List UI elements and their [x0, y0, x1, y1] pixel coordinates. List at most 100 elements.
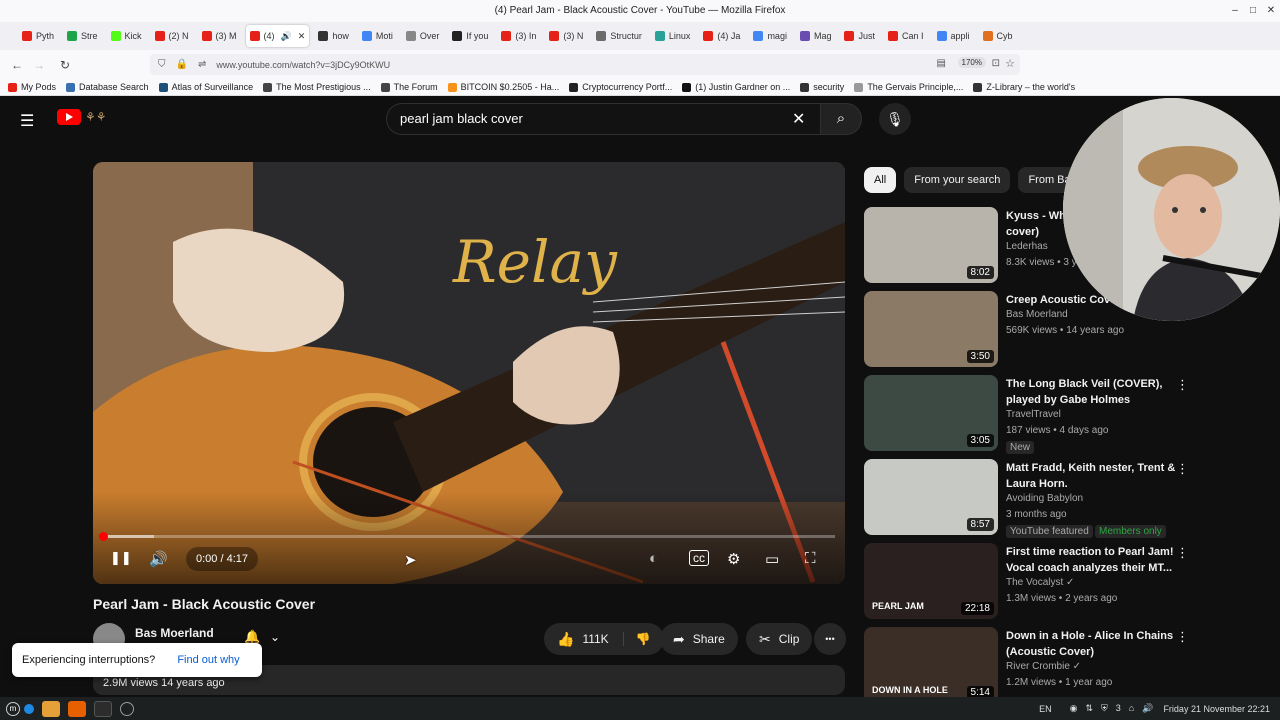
recommended-title[interactable]: Matt Fradd, Keith nester, Trent & Laura … — [1006, 460, 1176, 492]
browser-tab[interactable]: Moti — [358, 25, 397, 47]
youtube-logo[interactable]: ⚘⚘ — [57, 109, 107, 125]
video-thumbnail[interactable]: 8:57 — [864, 459, 998, 535]
tab-audio-icon[interactable]: 🔊 — [281, 31, 292, 42]
browser-tab[interactable]: (3) In — [497, 25, 540, 47]
terminal-app-icon[interactable] — [94, 700, 112, 717]
browser-tab[interactable]: Can I — [884, 25, 928, 47]
bookmark-item[interactable]: (1) Justin Gardner on ... — [682, 82, 790, 92]
browser-tab[interactable]: If you — [448, 25, 492, 47]
firefox-app-icon[interactable] — [68, 700, 86, 717]
zoom-level[interactable]: 170% — [957, 57, 986, 68]
find-out-why-link[interactable]: Find out why — [177, 654, 239, 666]
browser-tab[interactable]: Kick — [107, 25, 146, 47]
bookmark-item[interactable]: Z-Library – the world's — [973, 82, 1075, 92]
captions-button[interactable]: cc — [689, 550, 709, 566]
bookmark-item[interactable]: The Most Prestigious ... — [263, 82, 371, 92]
bookmark-item[interactable]: The Gervais Principle,... — [854, 82, 963, 92]
subscribe-chevron-icon[interactable]: ⌄ — [270, 630, 280, 644]
tracking-shield-icon[interactable]: ⛉ — [158, 59, 166, 70]
tray-icon[interactable]: 🔊 — [1142, 703, 1153, 713]
recommended-channel[interactable]: Avoiding Babylon — [1006, 493, 1083, 504]
browser-tab[interactable]: (3) M — [198, 25, 241, 47]
volume-button[interactable]: 🔊 — [149, 550, 168, 568]
browser-tab[interactable]: Mag — [796, 25, 836, 47]
bookmark-item[interactable]: BITCOIN $0.2505 - Ha... — [447, 82, 559, 92]
clear-search-icon[interactable]: ✕ — [792, 109, 805, 129]
browser-tab[interactable]: how — [314, 25, 353, 47]
reader-view-icon[interactable]: ▤ — [937, 58, 946, 69]
clock[interactable]: Friday 21 November 22:21 — [1163, 704, 1270, 714]
reload-button[interactable]: ↻ — [54, 58, 76, 72]
dislike-icon[interactable]: 👎 — [622, 632, 651, 646]
video-thumbnail[interactable]: DOWN IN A HOLE 5:14 — [864, 627, 998, 703]
recommended-title[interactable]: First time reaction to Pearl Jam! Vocal … — [1006, 544, 1176, 576]
bookmark-item[interactable]: Atlas of Surveillance — [158, 82, 253, 92]
browser-tab[interactable]: Over — [402, 25, 444, 47]
share-button[interactable]: ➦ Share — [660, 623, 738, 655]
filter-chip[interactable]: All — [864, 167, 897, 193]
browser-tab[interactable]: appli — [933, 25, 974, 47]
bookmark-item[interactable]: Database Search — [66, 82, 149, 92]
browser-tab[interactable]: Just — [840, 25, 879, 47]
settings-gear-icon[interactable]: ⚙ — [727, 550, 740, 568]
filter-chip[interactable]: From your search — [904, 167, 1011, 193]
more-options-icon[interactable]: ⋮ — [1176, 545, 1189, 561]
video-thumbnail[interactable]: 3:50 — [864, 291, 998, 367]
recommended-title[interactable]: Down in a Hole - Alice In Chains (Acoust… — [1006, 628, 1176, 660]
bookmark-item[interactable]: The Forum — [380, 82, 438, 92]
video-player[interactable]: Relay ❚❚ 🔊 0:00 / 4:17 ◐ cc ⚙ ▭ ⛶ ➤ — [93, 162, 845, 584]
files-app-icon[interactable] — [42, 700, 60, 717]
miniplayer-button[interactable]: ▭ — [765, 550, 779, 568]
browser-tab[interactable]: Linux — [651, 25, 695, 47]
recommended-channel[interactable]: Bas Moerland — [1006, 309, 1068, 320]
bookmark-item[interactable]: Cryptocurrency Portf... — [569, 82, 672, 92]
more-actions-button[interactable]: ••• — [814, 623, 846, 655]
tray-icon[interactable]: ⛨ — [1101, 703, 1108, 713]
like-button[interactable]: 👍 111K 👎 — [544, 623, 664, 655]
channel-name[interactable]: Bas Moerland — [135, 626, 214, 640]
settings-app-icon[interactable] — [120, 701, 134, 716]
bookmark-item[interactable]: My Pods — [8, 82, 56, 92]
video-thumbnail[interactable]: 8:02 — [864, 207, 998, 283]
close-tab-icon[interactable]: ✕ — [298, 31, 306, 42]
browser-tab[interactable]: Stre — [63, 25, 102, 47]
recommended-channel[interactable]: TravelTravel — [1006, 409, 1061, 420]
extension-icon[interactable]: ⊡ — [992, 58, 1000, 69]
minimize-button[interactable]: – — [1226, 0, 1244, 22]
browser-tab[interactable]: (2) N — [151, 25, 193, 47]
autoplay-toggle[interactable]: ◐ — [649, 550, 658, 567]
browser-tab[interactable]: (4) 🔊 ✕ — [245, 25, 310, 47]
browser-tab[interactable]: Pyth — [18, 25, 58, 47]
browser-tab[interactable]: (3) N — [545, 25, 587, 47]
recommended-video[interactable]: 8:57 Matt Fradd, Keith nester, Trent & La… — [864, 459, 1194, 543]
search-input[interactable]: pearl jam black cover — [386, 103, 820, 135]
more-options-icon[interactable]: ⋮ — [1176, 377, 1189, 393]
bookmark-item[interactable]: security — [800, 82, 844, 92]
recommended-video[interactable]: 3:05 The Long Black Veil (COVER), played … — [864, 375, 1194, 459]
search-button[interactable]: ⌕ — [820, 103, 862, 135]
more-options-icon[interactable]: ⋮ — [1176, 461, 1189, 477]
recommended-video[interactable]: PEARL JAM 22:18 First time reaction to Pea… — [864, 543, 1194, 627]
close-window-button[interactable]: ✕ — [1262, 0, 1280, 22]
clip-button[interactable]: ✂ Clip — [746, 623, 813, 655]
tray-icon[interactable]: ⇅ — [1085, 703, 1093, 713]
browser-tab[interactable]: (4) Ja — [699, 25, 744, 47]
url-text[interactable]: www.youtube.com/watch?v=3jDCy9OtKWU — [216, 60, 390, 70]
browser-tab[interactable]: Structur — [592, 25, 646, 47]
bookmark-star-icon[interactable]: ☆ — [1005, 57, 1015, 70]
tray-icon[interactable]: 3 — [1116, 703, 1121, 713]
voice-search-button[interactable]: 🎙 — [879, 103, 911, 135]
recommended-channel[interactable]: River Crombie ✓ — [1006, 661, 1081, 672]
back-button[interactable]: ← — [6, 58, 28, 72]
scrubber-handle[interactable] — [99, 532, 108, 541]
pause-button[interactable]: ❚❚ — [110, 550, 132, 566]
desktop-indicator-icon[interactable] — [24, 703, 34, 714]
browser-tab[interactable]: Cyb — [979, 25, 1017, 47]
recommended-title[interactable]: The Long Black Veil (COVER), played by G… — [1006, 376, 1176, 408]
start-menu-icon[interactable]: m — [6, 701, 20, 716]
maximize-button[interactable]: □ — [1244, 0, 1262, 22]
lock-icon[interactable]: 🔒 — [176, 59, 188, 70]
permissions-icon[interactable]: ⇌ — [198, 59, 206, 70]
forward-button[interactable]: → — [28, 58, 50, 72]
video-thumbnail[interactable]: PEARL JAM 22:18 — [864, 543, 998, 619]
